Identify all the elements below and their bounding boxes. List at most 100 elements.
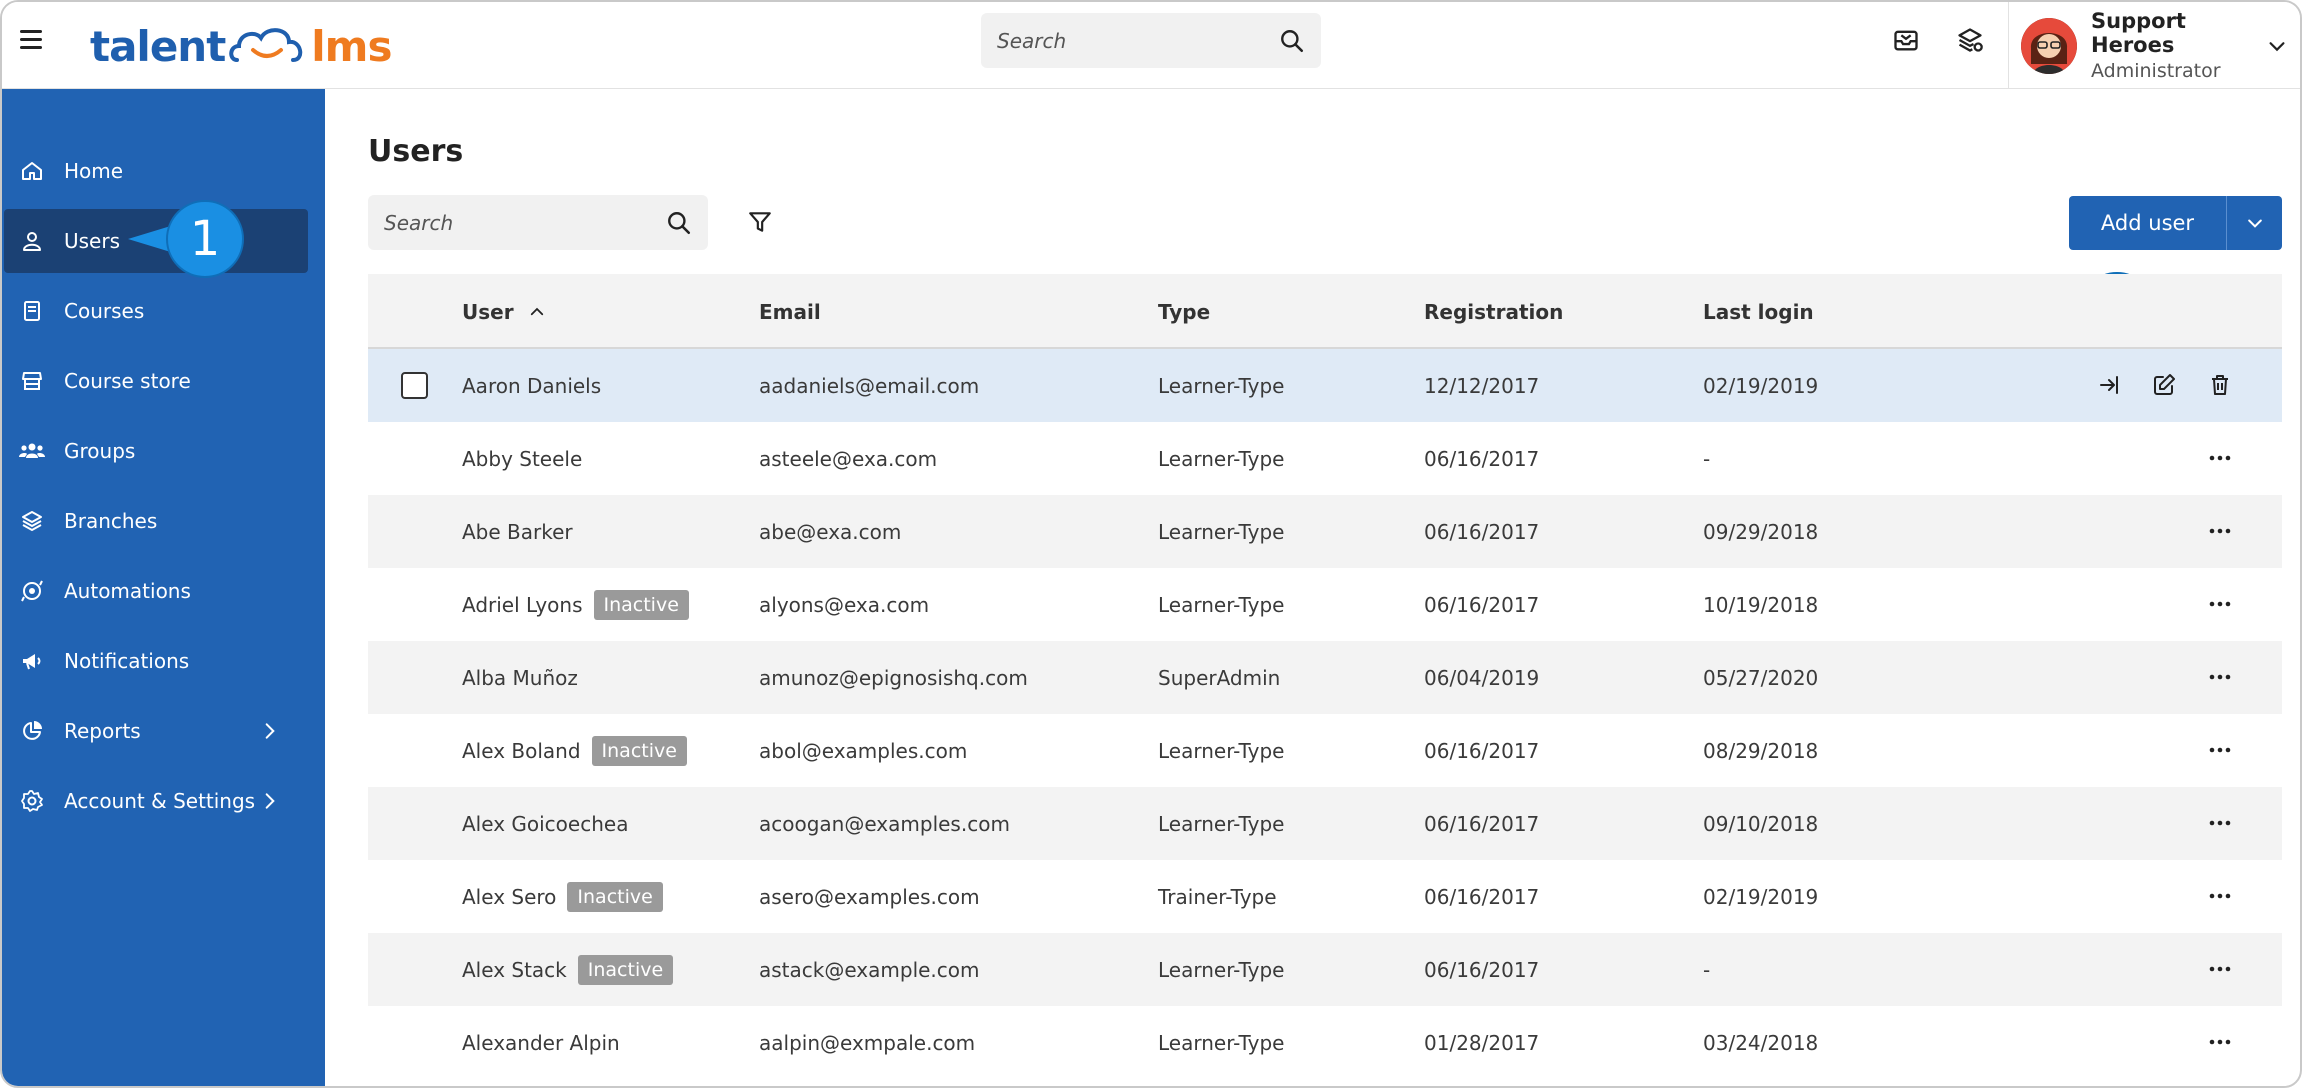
cell-user[interactable]: Alex Stack Inactive <box>462 933 674 1006</box>
more-options-icon[interactable] <box>2202 805 2238 841</box>
filter-icon[interactable] <box>740 202 780 242</box>
logo-text-right: lms <box>311 21 392 71</box>
user-name[interactable]: Aaron Daniels <box>462 374 601 398</box>
sidebar-item-label: Account & Settings <box>64 789 256 813</box>
cell-user[interactable]: Alba Muñoz <box>462 641 578 714</box>
cell-last-login: - <box>1703 957 1711 982</box>
table-row[interactable]: Alex Stack Inactive astack@example.com Lear… <box>368 933 2282 1006</box>
user-name[interactable]: Alexander Alpin <box>462 1031 620 1055</box>
chevron-right-icon[interactable] <box>260 791 280 811</box>
chevron-down-icon[interactable] <box>2266 35 2288 57</box>
sidebar-item-notifications[interactable]: Notifications <box>4 629 308 693</box>
more-options-icon[interactable] <box>2202 1024 2238 1060</box>
sidebar-item-label: Home <box>64 159 124 183</box>
talentlms-logo[interactable]: talent lms <box>90 16 392 76</box>
sidebar-item-label: Reports <box>64 719 141 743</box>
cell-email: acoogan@examples.com <box>759 811 1010 836</box>
table-row[interactable]: Aaron Daniels aadaniels@email.com Learner-… <box>368 349 2282 422</box>
cell-user[interactable]: Alex Goicoechea <box>462 787 628 860</box>
more-options-icon[interactable] <box>2202 878 2238 914</box>
status-badge: Inactive <box>593 589 689 620</box>
cell-type: Trainer-Type <box>1158 884 1277 909</box>
cell-user[interactable]: Alex Boland Inactive <box>462 714 687 787</box>
more-options-icon[interactable] <box>2202 659 2238 695</box>
login-as-icon[interactable] <box>2092 367 2128 403</box>
more-options-icon[interactable] <box>2202 440 2238 476</box>
global-search-placeholder: Search <box>997 28 1067 53</box>
table-body: Aaron Daniels aadaniels@email.com Learner-… <box>368 349 2282 1079</box>
switch-role-icon[interactable] <box>1950 20 1990 60</box>
user-name[interactable]: Abby Steele <box>462 447 582 471</box>
callout-1: 1 <box>166 200 244 278</box>
cell-user[interactable]: Adriel Lyons Inactive <box>462 568 689 641</box>
sidebar-item-reports[interactable]: Reports <box>4 699 308 763</box>
user-name[interactable]: Abe Barker <box>462 520 573 544</box>
add-user-button[interactable]: Add user <box>2069 196 2227 250</box>
sidebar-item-label: Automations <box>64 579 191 603</box>
cell-registration: 06/16/2017 <box>1424 957 1540 982</box>
sidebar-item-branches[interactable]: Branches <box>4 489 308 553</box>
table-row[interactable]: Alba Muñoz amunoz@epignosishq.com SuperAdm… <box>368 641 2282 714</box>
cell-email: amunoz@epignosishq.com <box>759 665 1028 690</box>
cell-user[interactable]: Abby Steele <box>462 422 582 495</box>
user-name[interactable]: Alex Sero <box>462 885 556 909</box>
cell-user[interactable]: Alexander Alpin <box>462 1006 620 1079</box>
search-icon[interactable] <box>666 210 692 236</box>
more-options-icon[interactable] <box>2202 513 2238 549</box>
table-row[interactable]: Alex Goicoechea acoogan@examples.com Learn… <box>368 787 2282 860</box>
cell-registration: 01/28/2017 <box>1424 1030 1540 1055</box>
user-name[interactable]: Alex Stack <box>462 958 567 982</box>
search-icon[interactable] <box>1279 28 1305 54</box>
cell-registration: 06/16/2017 <box>1424 446 1540 471</box>
avatar <box>2021 17 2077 74</box>
top-bar: talent lms Search Support Heroes Adminis… <box>2 2 2300 89</box>
table-row[interactable]: Alex Sero Inactive asero@examples.com Train… <box>368 860 2282 933</box>
table-row[interactable]: Abe Barker abe@exa.com Learner-Type 06/16/2… <box>368 495 2282 568</box>
sort-ascending-icon[interactable] <box>528 303 546 321</box>
user-name[interactable]: Alba Muñoz <box>462 666 578 690</box>
more-options-icon[interactable] <box>2202 586 2238 622</box>
cell-user[interactable]: Alex Sero Inactive <box>462 860 663 933</box>
cell-last-login: 09/29/2018 <box>1703 519 1819 544</box>
automations-icon <box>18 577 46 605</box>
column-header-type[interactable]: Type <box>1158 274 1210 349</box>
row-checkbox[interactable] <box>401 372 428 399</box>
profile-menu[interactable]: Support Heroes Administrator <box>2008 2 2300 89</box>
column-user-label: User <box>462 299 514 324</box>
column-header-last-login[interactable]: Last login <box>1703 274 1814 349</box>
sidebar-item-groups[interactable]: Groups <box>4 419 308 483</box>
users-search-input[interactable]: Search <box>368 195 708 250</box>
add-user-dropdown[interactable] <box>2227 196 2282 250</box>
chevron-right-icon[interactable] <box>260 721 280 741</box>
gear-icon <box>18 787 46 815</box>
table-row[interactable]: Abby Steele asteele@exa.com Learner-Type 06… <box>368 422 2282 495</box>
cell-user[interactable]: Aaron Daniels <box>462 349 601 422</box>
table-row[interactable]: Alexander Alpin aalpin@exmpale.com Learner… <box>368 1006 2282 1079</box>
hamburger-menu-icon[interactable] <box>20 30 42 50</box>
cell-last-login: 09/10/2018 <box>1703 811 1819 836</box>
cell-registration: 06/16/2017 <box>1424 884 1540 909</box>
more-options-icon[interactable] <box>2202 732 2238 768</box>
user-name[interactable]: Alex Goicoechea <box>462 812 628 836</box>
column-header-email[interactable]: Email <box>759 274 821 349</box>
cell-registration: 06/04/2019 <box>1424 665 1540 690</box>
column-header-registration[interactable]: Registration <box>1424 274 1563 349</box>
column-header-user[interactable]: User <box>462 274 546 349</box>
cell-type: Learner-Type <box>1158 1030 1285 1055</box>
inbox-icon[interactable] <box>1886 20 1926 60</box>
sidebar-item-courses[interactable]: Courses <box>4 279 308 343</box>
table-row[interactable]: Alex Boland Inactive abol@examples.com Lear… <box>368 714 2282 787</box>
global-search-input[interactable]: Search <box>981 13 1321 68</box>
more-options-icon[interactable] <box>2202 951 2238 987</box>
sidebar-item-automations[interactable]: Automations <box>4 559 308 623</box>
sidebar-item-course-store[interactable]: Course store <box>4 349 308 413</box>
user-name[interactable]: Alex Boland <box>462 739 581 763</box>
edit-icon[interactable] <box>2146 367 2182 403</box>
table-row[interactable]: Adriel Lyons Inactive alyons@exa.com Learne… <box>368 568 2282 641</box>
cell-last-login: - <box>1703 446 1711 471</box>
trash-icon[interactable] <box>2202 367 2238 403</box>
cell-user[interactable]: Abe Barker <box>462 495 573 568</box>
sidebar-item-home[interactable]: Home <box>4 139 308 203</box>
user-name[interactable]: Adriel Lyons <box>462 593 583 617</box>
sidebar-item-account-settings[interactable]: Account & Settings <box>4 769 308 833</box>
